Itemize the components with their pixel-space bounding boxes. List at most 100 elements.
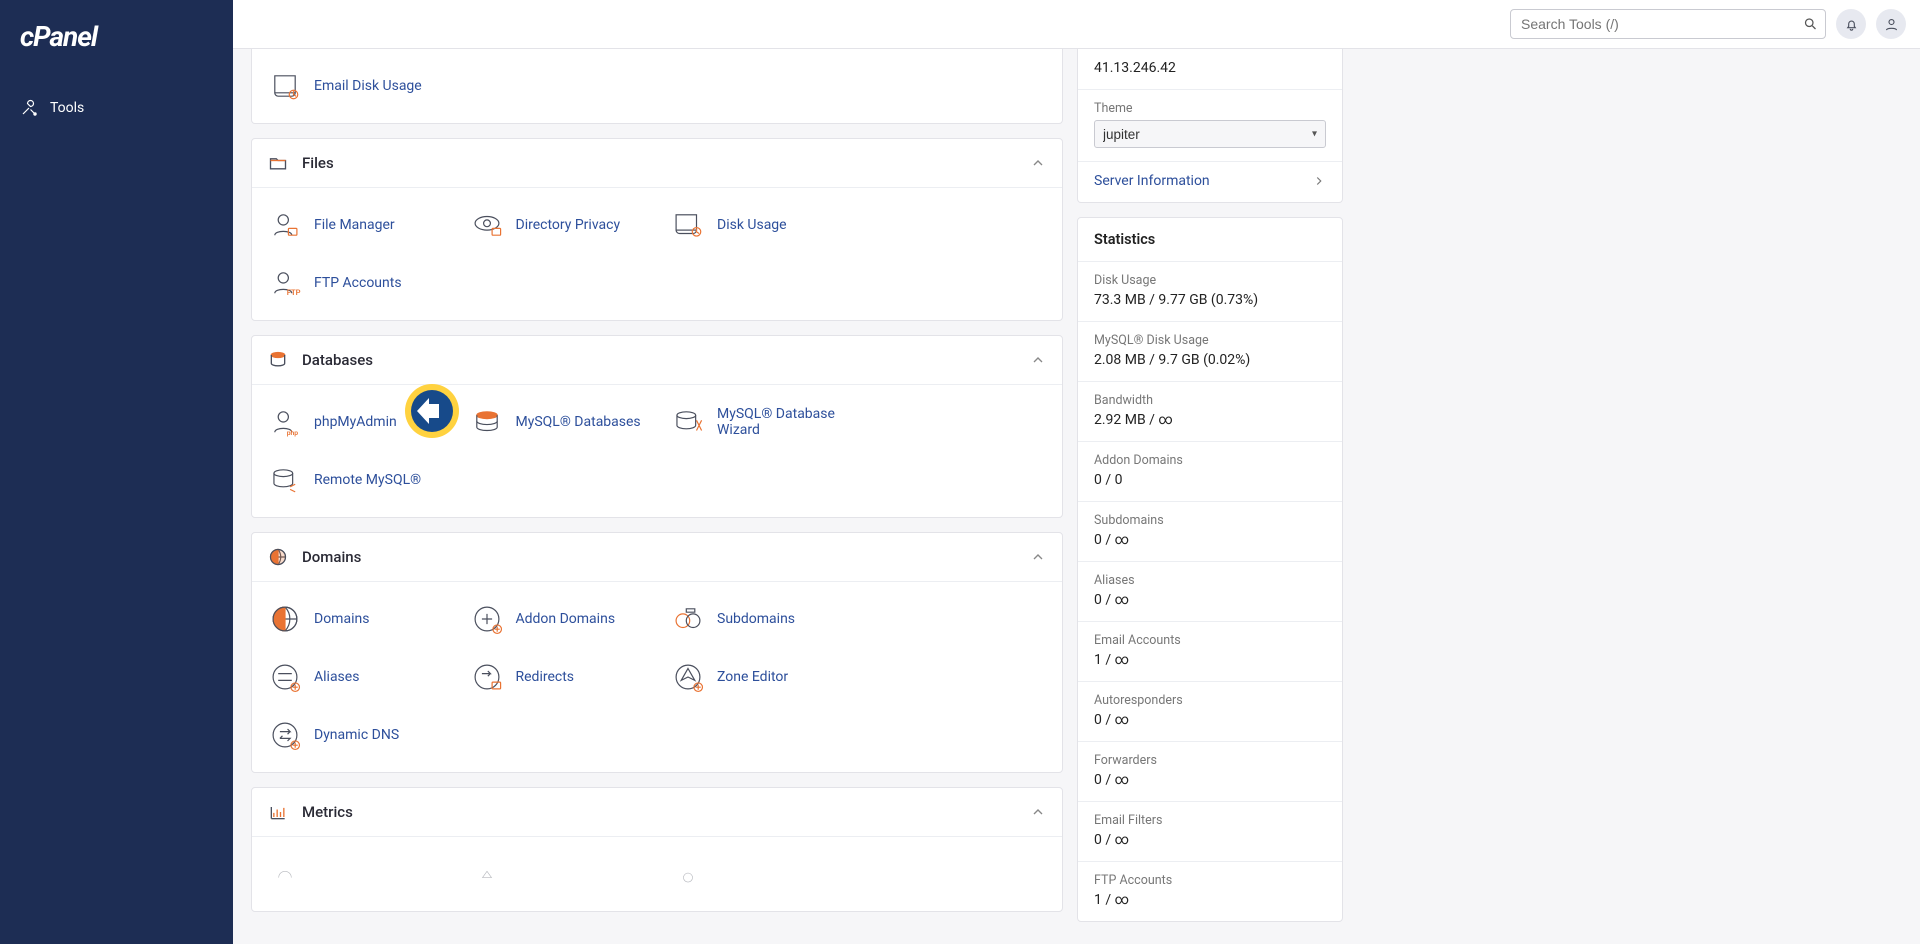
- panel-statistics: Statistics Disk Usage73.3 MB / 9.77 GB (…: [1077, 217, 1343, 922]
- stat-label: Email Filters: [1094, 813, 1326, 828]
- group-databases: Databases php: [251, 335, 1063, 518]
- item-directory-privacy[interactable]: Directory Privacy: [458, 198, 656, 252]
- account-button[interactable]: [1876, 9, 1906, 39]
- item-email-disk-usage[interactable]: Email Disk Usage: [256, 59, 454, 113]
- stat-row[interactable]: Subdomains0 / ∞: [1078, 502, 1342, 562]
- item-mysql-database-wizard[interactable]: MySQL® Database Wizard: [659, 395, 857, 449]
- notifications-button[interactable]: [1836, 9, 1866, 39]
- server-information-link[interactable]: Server Information: [1094, 173, 1326, 189]
- item-addon-domains[interactable]: Addon Domains: [458, 592, 656, 646]
- stat-value: 0 / ∞: [1094, 832, 1326, 848]
- group-header-metrics[interactable]: Metrics: [252, 788, 1062, 837]
- file-manager-icon: [268, 208, 302, 242]
- stat-value: 73.3 MB / 9.77 GB (0.73%): [1094, 292, 1326, 308]
- group-metrics: Metrics: [251, 787, 1063, 912]
- theme-label: Theme: [1094, 101, 1326, 116]
- item-ftp-accounts[interactable]: FTP FTP Accounts: [256, 256, 454, 310]
- brand-logo: cPanel: [0, 10, 233, 71]
- redirects-icon: [470, 660, 504, 694]
- stat-row[interactable]: Email Filters 0 / ∞: [1078, 802, 1342, 862]
- chevron-up-icon: [1030, 155, 1046, 171]
- sidebar-item-label: Tools: [50, 100, 84, 116]
- user-icon: [1884, 17, 1899, 32]
- group-email-partial: Email Disk Usage: [251, 49, 1063, 124]
- stat-row[interactable]: Autoresponders0 / ∞: [1078, 682, 1342, 742]
- stat-label: Autoresponders: [1094, 693, 1326, 708]
- item-label: phpMyAdmin: [314, 414, 397, 430]
- stat-value: 0 / ∞: [1094, 772, 1326, 788]
- stat-label: MySQL® Disk Usage: [1094, 333, 1326, 348]
- stat-row[interactable]: Disk Usage73.3 MB / 9.77 GB (0.73%): [1078, 262, 1342, 322]
- item-redirects[interactable]: Redirects: [458, 650, 656, 704]
- chevron-right-icon: [1312, 174, 1326, 188]
- directory-privacy-icon: [470, 208, 504, 242]
- zone-editor-icon: [671, 660, 705, 694]
- item-label: Addon Domains: [516, 611, 616, 627]
- chevron-up-icon: [1030, 549, 1046, 565]
- phpmyadmin-icon: php: [268, 405, 302, 439]
- mysql-databases-icon: [470, 405, 504, 439]
- item-label: Remote MySQL®: [314, 472, 421, 488]
- stat-value: 1 / ∞: [1094, 892, 1326, 908]
- item-domains[interactable]: Domains: [256, 592, 454, 646]
- item-remote-mysql[interactable]: Remote MySQL®: [256, 453, 454, 507]
- stat-row[interactable]: Addon Domains 0 / 0: [1078, 442, 1342, 502]
- stat-value: 0 / 0: [1094, 472, 1326, 488]
- item-label: Domains: [314, 611, 369, 627]
- svg-text:php: php: [287, 429, 299, 437]
- remote-mysql-icon: [268, 463, 302, 497]
- item-phpmyadmin[interactable]: php phpMyAdmin: [256, 395, 454, 449]
- metrics-icon: [268, 802, 288, 822]
- stat-value: 0 / ∞: [1094, 532, 1326, 548]
- item-mysql-databases[interactable]: MySQL® Databases: [458, 395, 656, 449]
- stat-row[interactable]: FTP Accounts1 / ∞: [1078, 862, 1342, 921]
- statistics-title: Statistics: [1078, 218, 1342, 262]
- item-disk-usage[interactable]: Disk Usage: [659, 198, 857, 252]
- item-file-manager[interactable]: File Manager: [256, 198, 454, 252]
- group-header-files[interactable]: Files: [252, 139, 1062, 188]
- stat-row[interactable]: Bandwidth2.92 MB / ∞: [1078, 382, 1342, 442]
- stat-row[interactable]: Email Accounts1 / ∞: [1078, 622, 1342, 682]
- ip-value: 41.13.246.42: [1094, 60, 1326, 76]
- item-metrics-partial-3[interactable]: [659, 847, 857, 901]
- gauge-icon: [671, 857, 705, 891]
- group-domains: Domains: [251, 532, 1063, 773]
- group-title: Files: [302, 154, 334, 172]
- chevron-up-icon: [1030, 352, 1046, 368]
- item-zone-editor[interactable]: Zone Editor: [659, 650, 857, 704]
- search-input[interactable]: [1510, 9, 1826, 39]
- bell-icon: [1844, 17, 1859, 32]
- item-metrics-partial-2[interactable]: [458, 847, 656, 901]
- stat-row[interactable]: MySQL® Disk Usage2.08 MB / 9.7 GB (0.02%…: [1078, 322, 1342, 382]
- database-icon: [268, 350, 288, 370]
- item-label: MySQL® Database Wizard: [717, 406, 845, 438]
- item-label: Subdomains: [717, 611, 795, 627]
- group-title: Metrics: [302, 803, 353, 821]
- theme-select[interactable]: jupiter: [1094, 120, 1326, 148]
- stat-row[interactable]: Forwarders 0 / ∞: [1078, 742, 1342, 802]
- stat-value: 2.92 MB / ∞: [1094, 412, 1326, 428]
- stat-label: Addon Domains: [1094, 453, 1326, 468]
- search-icon: [1803, 17, 1818, 32]
- tools-icon: [20, 99, 38, 117]
- item-dynamic-dns[interactable]: Dynamic DNS: [256, 708, 454, 762]
- globe-icon: [268, 547, 288, 567]
- item-label: Disk Usage: [717, 217, 787, 233]
- svg-text:FTP: FTP: [287, 288, 301, 297]
- stat-row[interactable]: Aliases0 / ∞: [1078, 562, 1342, 622]
- item-label: FTP Accounts: [314, 275, 402, 291]
- sidebar: cPanel Tools: [0, 0, 233, 944]
- sidebar-item-tools[interactable]: Tools: [0, 89, 233, 127]
- item-subdomains[interactable]: Subdomains: [659, 592, 857, 646]
- stat-label: Email Accounts: [1094, 633, 1326, 648]
- chevron-up-icon: [1030, 804, 1046, 820]
- item-aliases[interactable]: Aliases: [256, 650, 454, 704]
- stat-label: Forwarders: [1094, 753, 1326, 768]
- item-metrics-partial-1[interactable]: [256, 847, 454, 901]
- stat-label: Aliases: [1094, 573, 1326, 588]
- group-header-databases[interactable]: Databases: [252, 336, 1062, 385]
- group-files: Files Fi: [251, 138, 1063, 321]
- addon-domains-icon: [470, 602, 504, 636]
- group-header-domains[interactable]: Domains: [252, 533, 1062, 582]
- topbar: [233, 0, 1920, 49]
